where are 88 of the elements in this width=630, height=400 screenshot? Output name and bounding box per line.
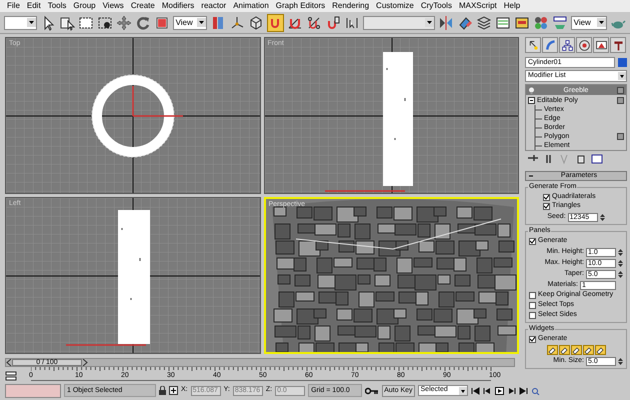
dropdown-arrow-icon[interactable] [458,386,467,394]
spinner-arrows-icon[interactable] [618,356,623,366]
modify-tab-icon [544,38,556,52]
layers-icon[interactable] [476,14,492,30]
render-type-dropdown[interactable]: View [570,16,607,30]
move-icon[interactable] [116,14,132,30]
command-panel-tab[interactable] [525,37,541,53]
material-editor-icon[interactable] [532,14,549,30]
track-bar-icon[interactable] [5,371,17,381]
menu-item[interactable]: File [7,0,20,12]
command-panel-tab[interactable] [576,37,592,53]
cube-icon[interactable] [248,14,264,30]
spinner-arrows-icon[interactable] [618,258,623,268]
checkbox[interactable] [543,194,550,201]
spinner-arrows-icon[interactable] [618,270,623,278]
checkbox[interactable] [529,312,536,319]
object-color-swatch[interactable] [618,58,627,67]
menu-item[interactable]: MAXScript [458,0,497,12]
menu-item[interactable]: Help [504,0,520,12]
reference-coordinate-dropdown[interactable]: View [172,16,208,30]
select-by-name-icon[interactable] [58,14,75,30]
curve-editor-icon[interactable] [494,14,511,30]
menu-item[interactable]: Customize [376,0,414,12]
previous-frame-icon[interactable] [482,386,492,394]
dropdown-arrow-icon[interactable] [424,18,434,27]
display-tab-icon [594,38,608,52]
go-to-start-icon[interactable] [470,386,480,394]
dropdown-arrow-icon[interactable] [597,18,606,27]
transform-mode-icon[interactable] [169,386,178,395]
go-to-end-icon[interactable] [518,386,528,394]
menu-item[interactable]: CryTools [420,0,452,12]
collapse-icon[interactable] [528,96,535,104]
render-setup-icon[interactable] [552,14,568,30]
align-icon[interactable] [456,14,473,30]
widget-type-button[interactable] [570,345,582,355]
menu-item[interactable]: Graph Editors [276,0,326,12]
remove-modifier-icon[interactable] [575,153,587,165]
mirror-icon[interactable] [438,14,454,30]
widget-type-button[interactable] [558,345,570,355]
checkmark-icon [530,337,535,342]
checkmark-icon [530,239,535,244]
menu-item[interactable]: Rendering [332,0,370,12]
command-panel-tab[interactable] [593,37,609,53]
menu-item[interactable]: Views [102,0,124,12]
menu-item[interactable]: Edit [26,0,41,12]
spinner-arrows-icon[interactable] [600,212,605,222]
command-panel-tab[interactable] [559,37,575,53]
maxscript-listener-field[interactable] [5,384,61,398]
zoom-icon[interactable] [530,386,540,394]
snap-toggle-button[interactable] [267,14,284,32]
hierarchy-tab-icon [560,38,574,52]
dropdown-arrow-icon[interactable] [618,72,626,80]
play-icon[interactable] [494,386,504,394]
checkbox[interactable] [543,203,550,210]
widget-type-button[interactable] [546,345,558,355]
menu-item[interactable]: Group [73,0,96,12]
menu-item[interactable]: Modifiers [162,0,194,12]
next-frame-icon[interactable] [506,386,516,394]
percent-snap-icon[interactable] [306,14,322,30]
checkbox[interactable] [529,292,536,299]
configure-icon[interactable] [591,153,603,165]
dropdown-arrow-icon[interactable] [197,18,206,27]
menu-item[interactable]: Tools [48,0,66,12]
bulb-icon[interactable] [528,86,535,94]
menu-item[interactable]: reactor [201,0,226,12]
axis-constraint-icon[interactable] [229,14,246,30]
rotate-icon[interactable] [134,14,151,30]
motion-tab-icon [578,38,590,52]
spinner-arrows-icon[interactable] [618,248,623,256]
menu-item[interactable]: Animation [233,0,269,12]
checkbox[interactable] [529,238,536,245]
menu-item[interactable]: Create [130,0,155,12]
window-crossing-icon[interactable] [96,14,113,30]
widget-type-button[interactable] [594,345,606,355]
stack-toggle[interactable] [617,133,624,140]
checkbox[interactable] [529,336,536,343]
key-icon[interactable] [365,386,380,394]
collapse-icon[interactable] [528,173,534,179]
gizmo-axis [132,85,184,117]
command-panel-tab[interactable] [610,37,626,53]
dropdown-arrow-icon[interactable] [26,18,36,27]
widget-type-button[interactable] [582,345,594,355]
scale-icon[interactable] [154,14,170,30]
schematic-view-icon[interactable] [514,14,530,30]
rectangle-selection-icon[interactable] [78,14,94,30]
utilities-tab-icon [612,38,624,52]
lock-icon[interactable] [159,386,166,395]
checkbox[interactable] [529,302,536,309]
